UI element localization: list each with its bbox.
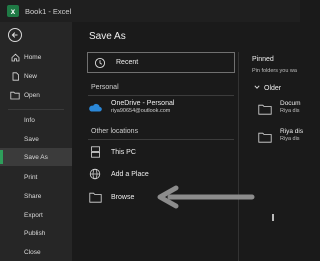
recent-folder-item[interactable]: Docum Riya dis <box>258 100 301 115</box>
nav-item-label: Home <box>24 53 42 61</box>
nav-item-export[interactable]: Export <box>0 206 72 224</box>
backstage-nav: Home New Open Info Save Save As Print Sh… <box>0 22 72 261</box>
add-a-place-label: Add a Place <box>111 170 149 178</box>
browse-label: Browse <box>111 193 135 201</box>
title-bar: x Book1 - Excel <box>0 0 300 22</box>
nav-item-label: Save <box>24 135 39 143</box>
scrollbar-thumb[interactable] <box>272 214 274 221</box>
nav-item-close[interactable]: Close <box>0 243 72 261</box>
nav-item-label: Open <box>24 91 40 99</box>
folder-icon <box>258 102 272 115</box>
nav-item-label: Info <box>24 116 35 124</box>
section-divider <box>88 95 234 96</box>
older-group-toggle[interactable]: Older <box>254 84 281 92</box>
recent-folder-item[interactable]: Riya dis Riya dis <box>258 128 304 143</box>
onedrive-account: riya90654@outlook.com <box>111 108 171 114</box>
nav-item-label: Print <box>24 173 38 181</box>
nav-item-open[interactable]: Open <box>0 86 72 104</box>
nav-item-label: Save As <box>24 153 48 161</box>
window-title: Book1 - Excel <box>25 6 72 16</box>
older-label: Older <box>264 84 282 92</box>
onedrive-cloud-icon <box>88 101 102 113</box>
globe-icon <box>88 168 102 180</box>
onedrive-name: OneDrive - Personal <box>111 100 175 107</box>
other-locations-header: Other locations <box>91 128 139 135</box>
nav-item-print[interactable]: Print <box>0 168 72 186</box>
folder-icon <box>258 130 272 143</box>
browse-location[interactable]: Browse <box>88 191 134 203</box>
excel-app-icon: x <box>7 5 19 17</box>
nav-item-info[interactable]: Info <box>0 111 72 129</box>
nav-item-label: Export <box>24 211 43 219</box>
folder-path: Riya dis <box>280 108 300 114</box>
nav-item-label: Publish <box>24 229 46 237</box>
this-pc-label: This PC <box>111 148 136 156</box>
page-title: Save As <box>89 31 126 42</box>
nav-item-label: New <box>24 72 38 80</box>
recent-location[interactable]: Recent <box>87 52 235 73</box>
personal-header: Personal <box>91 84 119 91</box>
folder-name: Docum <box>280 100 301 107</box>
home-icon <box>10 52 20 62</box>
nav-item-new[interactable]: New <box>0 67 72 85</box>
recent-label: Recent <box>116 59 139 66</box>
nav-item-publish[interactable]: Publish <box>0 224 72 242</box>
add-a-place-location[interactable]: Add a Place <box>88 168 149 180</box>
nav-item-label: Close <box>24 248 41 256</box>
this-pc-location[interactable]: This PC <box>88 146 136 158</box>
section-divider <box>88 139 234 140</box>
onedrive-personal-location[interactable]: OneDrive - Personal riya90654@outlook.co… <box>88 100 174 114</box>
back-arrow-icon[interactable] <box>8 28 22 42</box>
nav-item-save-as[interactable]: Save As <box>0 148 72 166</box>
folder-name: Riya dis <box>280 128 304 135</box>
nav-item-home[interactable]: Home <box>0 48 72 66</box>
folder-icon <box>88 191 102 203</box>
pinned-subtitle: Pin folders you wa <box>252 68 297 74</box>
new-document-icon <box>10 71 20 81</box>
open-folder-icon <box>10 90 20 100</box>
folder-path: Riya dis <box>280 136 300 142</box>
nav-divider <box>8 109 64 110</box>
computer-icon <box>88 146 102 158</box>
clock-icon <box>94 57 106 69</box>
nav-item-share[interactable]: Share <box>0 187 72 205</box>
pinned-header: Pinned <box>252 56 274 63</box>
chevron-down-icon <box>254 84 260 92</box>
panel-divider <box>238 52 239 261</box>
nav-item-label: Share <box>24 192 42 200</box>
nav-item-save[interactable]: Save <box>0 130 72 148</box>
